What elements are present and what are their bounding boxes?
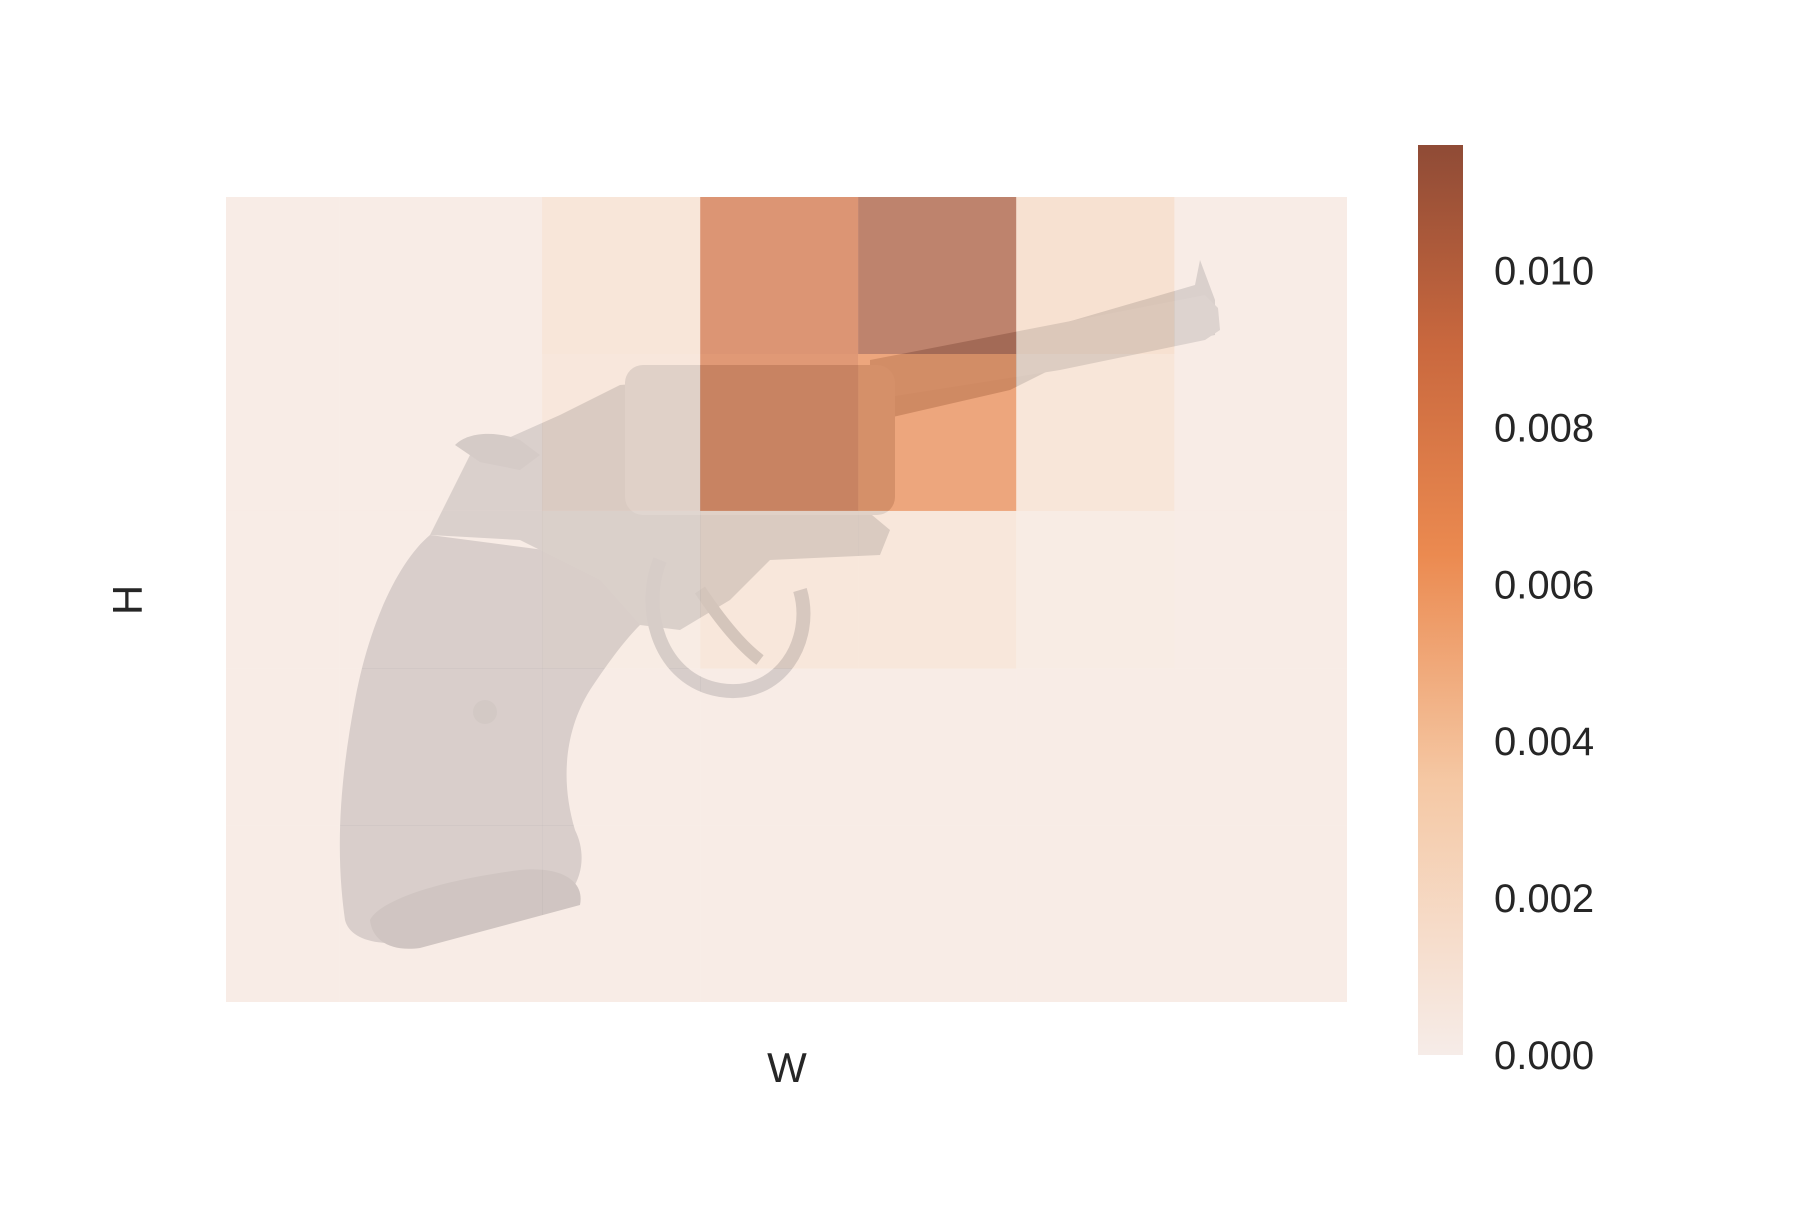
heatmap-cell bbox=[700, 510, 859, 669]
heatmap-cell bbox=[226, 825, 340, 1002]
heatmap-cell bbox=[226, 354, 340, 511]
heatmap-cell bbox=[700, 825, 859, 1002]
heatmap-cell bbox=[226, 668, 340, 826]
heatmap-cell bbox=[858, 668, 1017, 826]
heatmap-cell bbox=[542, 197, 701, 354]
heatmap-cell bbox=[1174, 510, 1347, 669]
heatmap-cell bbox=[858, 825, 1017, 1002]
heatmap-cell bbox=[226, 197, 340, 354]
heatmap-cell bbox=[1174, 197, 1347, 354]
heatmap-cell bbox=[542, 668, 701, 826]
colorbar: 0.000 0.002 0.004 0.006 0.008 0.010 bbox=[1418, 145, 1594, 1078]
colorbar-tick-label: 0.006 bbox=[1494, 563, 1594, 607]
heatmap-cell bbox=[1174, 668, 1347, 826]
heatmap-chart: W H 0.000 0.002 0.004 0.006 0.008 0.010 bbox=[104, 145, 1594, 1091]
colorbar-tick-label: 0.008 bbox=[1494, 406, 1594, 450]
heatmap-cell bbox=[542, 510, 701, 669]
colorbar-gradient bbox=[1418, 145, 1463, 1055]
y-axis-label: H bbox=[104, 585, 151, 615]
heatmap-cell bbox=[700, 354, 859, 511]
heatmap-cell bbox=[1016, 197, 1175, 354]
heatmap-cell bbox=[542, 825, 701, 1002]
heatmap-cell bbox=[858, 197, 1017, 354]
heatmap-cell bbox=[700, 197, 859, 354]
colorbar-tick-label: 0.002 bbox=[1494, 877, 1594, 921]
heatmap-cell bbox=[700, 668, 859, 826]
heatmap-cell bbox=[1016, 825, 1175, 1002]
heatmap-cell bbox=[1174, 354, 1347, 511]
x-axis-label: W bbox=[767, 1044, 807, 1091]
heatmap-cell bbox=[1016, 354, 1175, 511]
heatmap-cell bbox=[339, 825, 543, 1002]
heatmap-figure: W H 0.000 0.002 0.004 0.006 0.008 0.010 bbox=[0, 0, 1800, 1200]
heatmap-cell bbox=[339, 354, 543, 511]
colorbar-tick-label: 0.004 bbox=[1494, 720, 1594, 764]
heatmap-cell bbox=[339, 668, 543, 826]
heatmap-cell bbox=[339, 510, 543, 669]
heatmap-cell bbox=[542, 354, 701, 511]
heatmap-cell bbox=[1016, 510, 1175, 669]
heatmap-cell bbox=[858, 354, 1017, 511]
colorbar-ticks: 0.000 0.002 0.004 0.006 0.008 0.010 bbox=[1494, 250, 1594, 1079]
heatmap-cell bbox=[1016, 668, 1175, 826]
heatmap-cell bbox=[226, 510, 340, 669]
heatmap-cell bbox=[339, 197, 543, 354]
heatmap-cell bbox=[858, 510, 1017, 669]
colorbar-tick-label: 0.010 bbox=[1494, 250, 1594, 294]
heatmap-cells bbox=[226, 197, 1347, 1002]
colorbar-tick-label: 0.000 bbox=[1494, 1034, 1594, 1078]
heatmap-cell bbox=[1174, 825, 1347, 1002]
